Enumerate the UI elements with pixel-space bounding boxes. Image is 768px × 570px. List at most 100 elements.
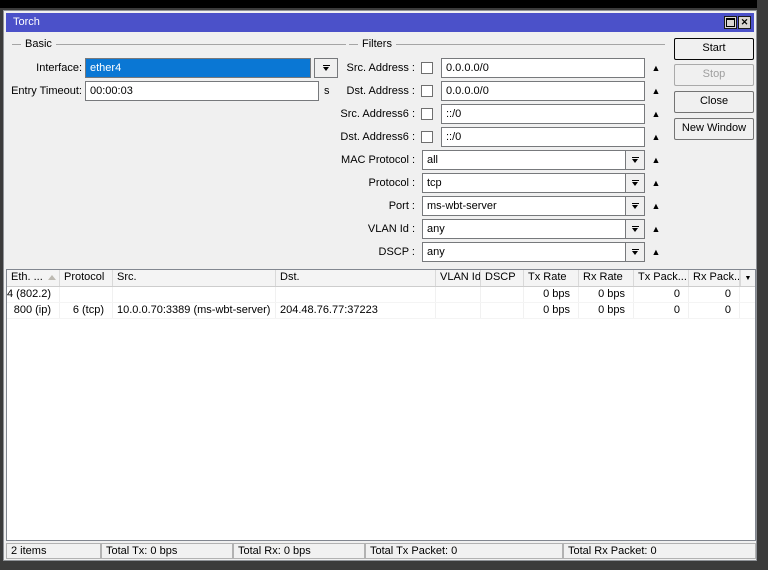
status-items-count: 2 items bbox=[6, 543, 101, 559]
column-header-label: Tx Rate bbox=[528, 271, 567, 283]
dst-address6-checkbox[interactable] bbox=[421, 131, 433, 143]
column-header-label: Src. bbox=[117, 271, 137, 283]
up-arrow-icon: ▲ bbox=[651, 132, 661, 142]
cell-src: 10.0.0.70:3389 (ms-wbt-server) bbox=[113, 303, 276, 318]
status-total-tx-packet: Total Tx Packet: 0 bbox=[365, 543, 563, 559]
vlan-id-field[interactable]: any bbox=[422, 219, 645, 239]
basic-group: Basic bbox=[12, 37, 346, 52]
entry-timeout-label: Entry Timeout: bbox=[11, 85, 82, 97]
dropdown-icon bbox=[631, 249, 639, 255]
column-header-src[interactable]: Src. bbox=[113, 270, 276, 286]
status-total-rx-packet: Total Rx Packet: 0 bbox=[563, 543, 756, 559]
vlan-id-label: VLAN Id : bbox=[367, 223, 415, 235]
column-header-label: Rx Rate bbox=[583, 271, 623, 283]
port-field[interactable]: ms-wbt-server bbox=[422, 196, 645, 216]
src-address6-collapse-button[interactable]: ▲ bbox=[649, 104, 663, 124]
dscp-dropdown-button[interactable] bbox=[625, 243, 644, 261]
close-window-button[interactable]: ✕ bbox=[738, 16, 751, 29]
dst-address-collapse-button[interactable]: ▲ bbox=[649, 81, 663, 101]
dropdown-icon bbox=[631, 157, 639, 163]
cell-tx-pack: 0 bbox=[634, 287, 689, 302]
vlan-id-collapse-button[interactable]: ▲ bbox=[649, 219, 663, 239]
mac-protocol-field[interactable]: all bbox=[422, 150, 645, 170]
cell-tx-rate: 0 bps bbox=[524, 287, 579, 302]
up-arrow-icon: ▲ bbox=[651, 201, 661, 211]
new-window-button[interactable]: New Window bbox=[674, 118, 754, 140]
dst-address-label: Dst. Address : bbox=[346, 85, 415, 97]
close-button[interactable]: Close bbox=[674, 91, 754, 113]
protocol-dropdown-button[interactable] bbox=[625, 174, 644, 192]
filters-group-label: Filters bbox=[358, 37, 396, 52]
dst-address6-collapse-button[interactable]: ▲ bbox=[649, 127, 663, 147]
column-picker-button[interactable]: ▼ bbox=[740, 270, 755, 286]
port-dropdown-button[interactable] bbox=[625, 197, 644, 215]
protocol-label: Protocol : bbox=[368, 177, 415, 189]
cell-eth: 4 (802.2) bbox=[7, 287, 60, 302]
column-header-label: Eth. ... bbox=[11, 271, 43, 283]
dst-address6-field[interactable]: ::/0 bbox=[441, 127, 645, 147]
dscp-collapse-button[interactable]: ▲ bbox=[649, 242, 663, 262]
dscp-field[interactable]: any bbox=[422, 242, 645, 262]
column-header-eth[interactable]: Eth. ... bbox=[7, 270, 60, 286]
cell-eth: 800 (ip) bbox=[7, 303, 60, 318]
column-header-label: Tx Pack... bbox=[638, 271, 687, 283]
mac-protocol-dropdown-button[interactable] bbox=[625, 151, 644, 169]
start-button[interactable]: Start bbox=[674, 38, 754, 60]
src-address-label: Src. Address : bbox=[346, 62, 415, 74]
column-header-tx-rate[interactable]: Tx Rate bbox=[524, 270, 579, 286]
column-header-protocol[interactable]: Protocol bbox=[60, 270, 113, 286]
up-arrow-icon: ▲ bbox=[651, 109, 661, 119]
column-header-dscp[interactable]: DSCP bbox=[481, 270, 524, 286]
toolbar-shadow-band bbox=[0, 0, 757, 8]
table-row[interactable]: 800 (ip) 6 (tcp) 10.0.0.70:3389 (ms-wbt-se… bbox=[7, 303, 755, 319]
status-total-tx: Total Tx: 0 bps bbox=[101, 543, 233, 559]
cell-dst bbox=[276, 287, 436, 302]
sort-ascending-icon bbox=[48, 275, 56, 280]
mac-protocol-collapse-button[interactable]: ▲ bbox=[649, 150, 663, 170]
dropdown-icon bbox=[631, 180, 639, 186]
column-header-rx-rate[interactable]: Rx Rate bbox=[579, 270, 634, 286]
titlebar[interactable]: Torch ✕ bbox=[6, 13, 754, 32]
dscp-label: DSCP : bbox=[378, 246, 415, 258]
cell-src bbox=[113, 287, 276, 302]
dst-address-field[interactable]: 0.0.0.0/0 bbox=[441, 81, 645, 101]
basic-group-label: Basic bbox=[21, 37, 56, 52]
column-header-vlan-id[interactable]: VLAN Id bbox=[436, 270, 481, 286]
src-address-collapse-button[interactable]: ▲ bbox=[649, 58, 663, 78]
cell-rx-rate: 0 bps bbox=[579, 287, 634, 302]
src-address6-checkbox[interactable] bbox=[421, 108, 433, 120]
cell-rx-pack: 0 bbox=[689, 303, 740, 318]
protocol-collapse-button[interactable]: ▲ bbox=[649, 173, 663, 193]
vlan-id-dropdown-button[interactable] bbox=[625, 220, 644, 238]
mac-protocol-label: MAC Protocol : bbox=[341, 154, 415, 166]
dropdown-icon bbox=[631, 203, 639, 209]
stop-button[interactable]: Stop bbox=[674, 64, 754, 86]
column-header-dst[interactable]: Dst. bbox=[276, 270, 436, 286]
column-header-label: Protocol bbox=[64, 271, 105, 283]
cell-vlan-id bbox=[436, 303, 481, 318]
column-header-tx-pack[interactable]: Tx Pack... bbox=[634, 270, 689, 286]
table-body: 4 (802.2) 0 bps 0 bps 0 0 800 (ip) 6 (tcp) 10.0… bbox=[7, 287, 755, 319]
src-address-field[interactable]: 0.0.0.0/0 bbox=[441, 58, 645, 78]
up-arrow-icon: ▲ bbox=[651, 86, 661, 96]
column-header-rx-pack[interactable]: Rx Pack... bbox=[689, 270, 740, 286]
src-address6-field[interactable]: ::/0 bbox=[441, 104, 645, 124]
cell-dscp bbox=[481, 303, 524, 318]
cell-rx-pack: 0 bbox=[689, 287, 740, 302]
filters-group: Filters bbox=[349, 37, 665, 52]
up-arrow-icon: ▲ bbox=[651, 224, 661, 234]
dst-address-checkbox[interactable] bbox=[421, 85, 433, 97]
cell-tx-rate: 0 bps bbox=[524, 303, 579, 318]
cell-protocol: 6 (tcp) bbox=[60, 303, 113, 318]
column-header-label: Dst. bbox=[280, 271, 300, 283]
down-arrow-icon: ▼ bbox=[744, 274, 752, 282]
port-collapse-button[interactable]: ▲ bbox=[649, 196, 663, 216]
table-row[interactable]: 4 (802.2) 0 bps 0 bps 0 0 bbox=[7, 287, 755, 303]
column-header-label: Rx Pack... bbox=[693, 271, 740, 283]
protocol-field[interactable]: tcp bbox=[422, 173, 645, 193]
cell-tx-pack: 0 bbox=[634, 303, 689, 318]
maximize-button[interactable] bbox=[724, 16, 737, 29]
src-address-checkbox[interactable] bbox=[421, 62, 433, 74]
results-table[interactable]: Eth. ... Protocol Src. Dst. VLAN Id DSCP Tx Ra… bbox=[6, 269, 756, 541]
cell-rx-rate: 0 bps bbox=[579, 303, 634, 318]
